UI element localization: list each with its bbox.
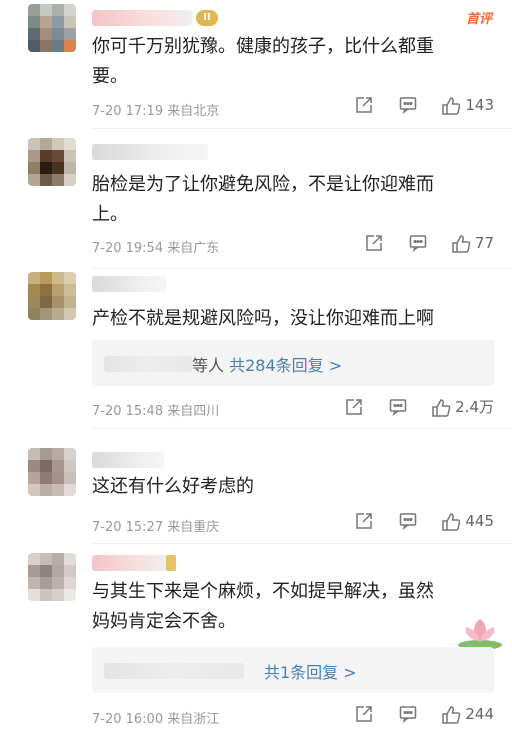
reply-preview[interactable]: 共1条回复 > <box>92 647 494 693</box>
username-blurred[interactable] <box>92 10 192 26</box>
divider <box>92 543 512 544</box>
share-icon[interactable] <box>355 512 373 530</box>
comment-text: 你可千万别犹豫。健康的孩子，比什么都重 要。 <box>92 32 492 92</box>
avatar[interactable] <box>28 138 76 186</box>
like-count: 445 <box>465 512 494 530</box>
reply-user-blurred <box>104 356 192 372</box>
comment-icon[interactable] <box>389 398 407 416</box>
share-icon[interactable] <box>355 705 373 723</box>
comment-location: 来自重庆 <box>167 520 220 535</box>
comment-location: 来自四川 <box>167 404 220 419</box>
share-icon[interactable] <box>365 234 383 252</box>
comment-text: 与其生下来是个麻烦，不如提早解决，虽然 妈妈肯定会不舍。 <box>92 577 492 637</box>
like-count: 244 <box>465 705 494 723</box>
avatar[interactable] <box>28 553 76 601</box>
comment-item: 与其生下来是个麻烦，不如提早解决，虽然 妈妈肯定会不舍。 共1条回复 > 7-2… <box>0 545 512 736</box>
comment-item: II 首评 你可千万别犹豫。健康的孩子，比什么都重 要。 7-20 17:19 … <box>0 0 512 130</box>
comment-item: 胎检是为了让你避免风险，不是让你迎难而 上。 7-20 19:54 来自广东 7… <box>0 130 512 270</box>
divider <box>92 128 512 129</box>
like-icon[interactable] <box>441 705 461 724</box>
comment-location: 来自北京 <box>167 104 220 119</box>
username-blurred[interactable] <box>92 452 164 468</box>
avatar[interactable] <box>28 448 76 496</box>
comment-time: 7-20 15:48 <box>92 404 164 419</box>
comment-text-line: 这还有什么好考虑的 <box>92 476 254 497</box>
comment-item: 产检不就是规避风险吗，没让你迎难而上啊 等人 共284条回复 > 7-20 15… <box>0 270 512 430</box>
like-count: 2.4万 <box>455 398 494 416</box>
username-blurred[interactable] <box>92 144 208 160</box>
comment-meta: 7-20 15:48 来自四川 <box>92 400 219 419</box>
comment-time: 7-20 16:00 <box>92 712 164 727</box>
reply-user-blurred <box>104 663 244 679</box>
comment-meta: 7-20 19:54 来自广东 <box>92 237 219 256</box>
comment-actions: 2.4万 <box>319 396 494 417</box>
view-replies-link[interactable]: 等人 共284条回复 > <box>192 352 342 376</box>
comment-time: 7-20 19:54 <box>92 241 164 256</box>
username-blurred[interactable] <box>92 555 168 571</box>
level-badge: II <box>196 10 218 26</box>
comment-item: 这还有什么好考虑的 7-20 15:27 来自重庆 445 <box>0 430 512 545</box>
comment-meta: 7-20 16:00 来自浙江 <box>92 708 219 727</box>
avatar[interactable] <box>28 4 76 52</box>
comment-text-line: 上。 <box>92 204 128 225</box>
comment-location: 来自浙江 <box>167 712 220 727</box>
comment-actions: 445 <box>329 512 494 531</box>
like-icon[interactable] <box>451 234 471 253</box>
comment-actions: 244 <box>329 705 494 724</box>
like-icon[interactable] <box>441 512 461 531</box>
avatar[interactable] <box>28 272 76 320</box>
comment-meta: 7-20 15:27 来自重庆 <box>92 516 219 535</box>
comment-actions: 143 <box>329 96 494 115</box>
comment-actions: 77 <box>339 234 494 253</box>
divider <box>92 268 512 269</box>
comment-text: 产检不就是规避风险吗，没让你迎难而上啊 <box>92 304 492 334</box>
divider <box>92 428 512 429</box>
reply-preview[interactable]: 等人 共284条回复 > <box>92 340 494 386</box>
comment-icon[interactable] <box>399 705 417 724</box>
comment-text-line: 你可千万别犹豫。健康的孩子，比什么都重 <box>92 36 434 57</box>
comment-meta: 7-20 17:19 来自北京 <box>92 100 219 119</box>
comment-text-line: 要。 <box>92 66 128 87</box>
reply-user-suffix: 等人 <box>192 356 225 375</box>
comment-time: 7-20 17:19 <box>92 104 164 119</box>
comment-icon[interactable] <box>399 512 417 531</box>
comment-icon[interactable] <box>409 234 427 253</box>
view-replies-link[interactable]: 共1条回复 > <box>264 659 357 683</box>
comment-text-line: 与其生下来是个麻烦，不如提早解决，虽然 <box>92 581 434 602</box>
like-icon[interactable] <box>441 96 461 115</box>
comment-text: 这还有什么好考虑的 <box>92 472 492 502</box>
reply-count-label: 共1条回复 > <box>264 663 357 682</box>
comment-location: 来自广东 <box>167 241 220 256</box>
share-icon[interactable] <box>355 96 373 114</box>
comment-icon[interactable] <box>399 96 417 115</box>
comment-time: 7-20 15:27 <box>92 520 164 535</box>
top-comment-badge: 首评 <box>465 12 492 27</box>
like-icon[interactable] <box>431 398 451 417</box>
username-blurred[interactable] <box>92 276 166 292</box>
comment-text-line: 妈妈肯定会不舍。 <box>92 611 236 632</box>
like-count: 77 <box>474 234 494 252</box>
comment-text-line: 产检不就是规避风险吗，没让你迎难而上啊 <box>92 308 434 329</box>
share-icon[interactable] <box>345 398 363 416</box>
comment-text: 胎检是为了让你避免风险，不是让你迎难而 上。 <box>92 170 492 230</box>
like-count: 143 <box>465 96 494 114</box>
comment-text-line: 胎检是为了让你避免风险，不是让你迎难而 <box>92 174 434 195</box>
level-badge <box>166 555 176 571</box>
reply-count-label: 共284条回复 > <box>229 356 343 375</box>
